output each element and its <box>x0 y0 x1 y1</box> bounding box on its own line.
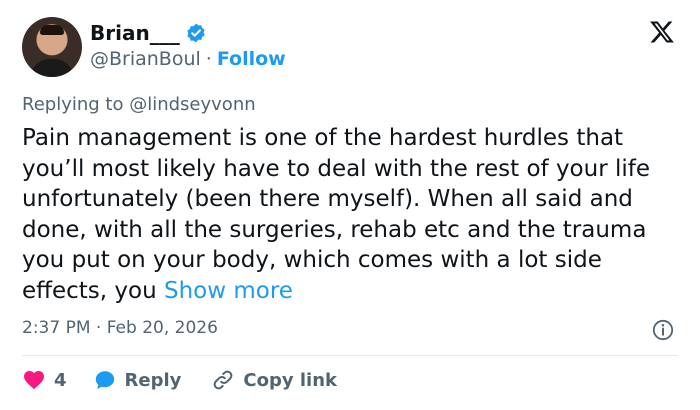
link-icon <box>214 370 233 390</box>
post-timestamp[interactable]: 2:37 PM · Feb 20, 2026 <box>22 318 218 338</box>
author-handle[interactable]: @BrianBoul <box>90 48 201 70</box>
post-body-text: Pain management is one of the hardest hu… <box>22 125 650 304</box>
tweet-card: Brian___ @BrianBoul · Follow Replying to… <box>0 0 700 410</box>
handle-row: @BrianBoul · Follow <box>90 48 286 70</box>
author-name[interactable]: Brian___ <box>90 21 180 45</box>
copy-link-label: Copy link <box>243 369 337 391</box>
reply-mention-link[interactable]: @lindseyvonn <box>129 94 255 115</box>
heart-icon <box>24 371 44 390</box>
reply-context: Replying to @lindseyvonn <box>22 94 256 115</box>
separator-dot: · <box>205 48 212 70</box>
author-name-row: Brian___ <box>90 21 207 45</box>
show-more-link[interactable]: Show more <box>164 278 293 304</box>
x-logo-icon[interactable] <box>649 19 675 45</box>
copy-link-button[interactable]: Copy link <box>211 368 337 392</box>
action-bar: 4 Reply Copy link <box>22 368 337 392</box>
reply-button[interactable]: Reply <box>93 368 182 392</box>
post-text: Pain management is one of the hardest hu… <box>22 123 672 306</box>
reply-label: Reply <box>124 369 182 391</box>
reply-prefix: Replying to <box>22 94 124 115</box>
divider <box>22 355 678 356</box>
like-count: 4 <box>54 369 67 391</box>
like-button[interactable]: 4 <box>22 368 67 392</box>
reply-bubble-icon <box>95 371 114 389</box>
follow-button[interactable]: Follow <box>217 48 286 70</box>
avatar[interactable] <box>22 17 82 77</box>
info-icon[interactable] <box>651 318 675 342</box>
verified-badge-icon <box>187 23 205 43</box>
